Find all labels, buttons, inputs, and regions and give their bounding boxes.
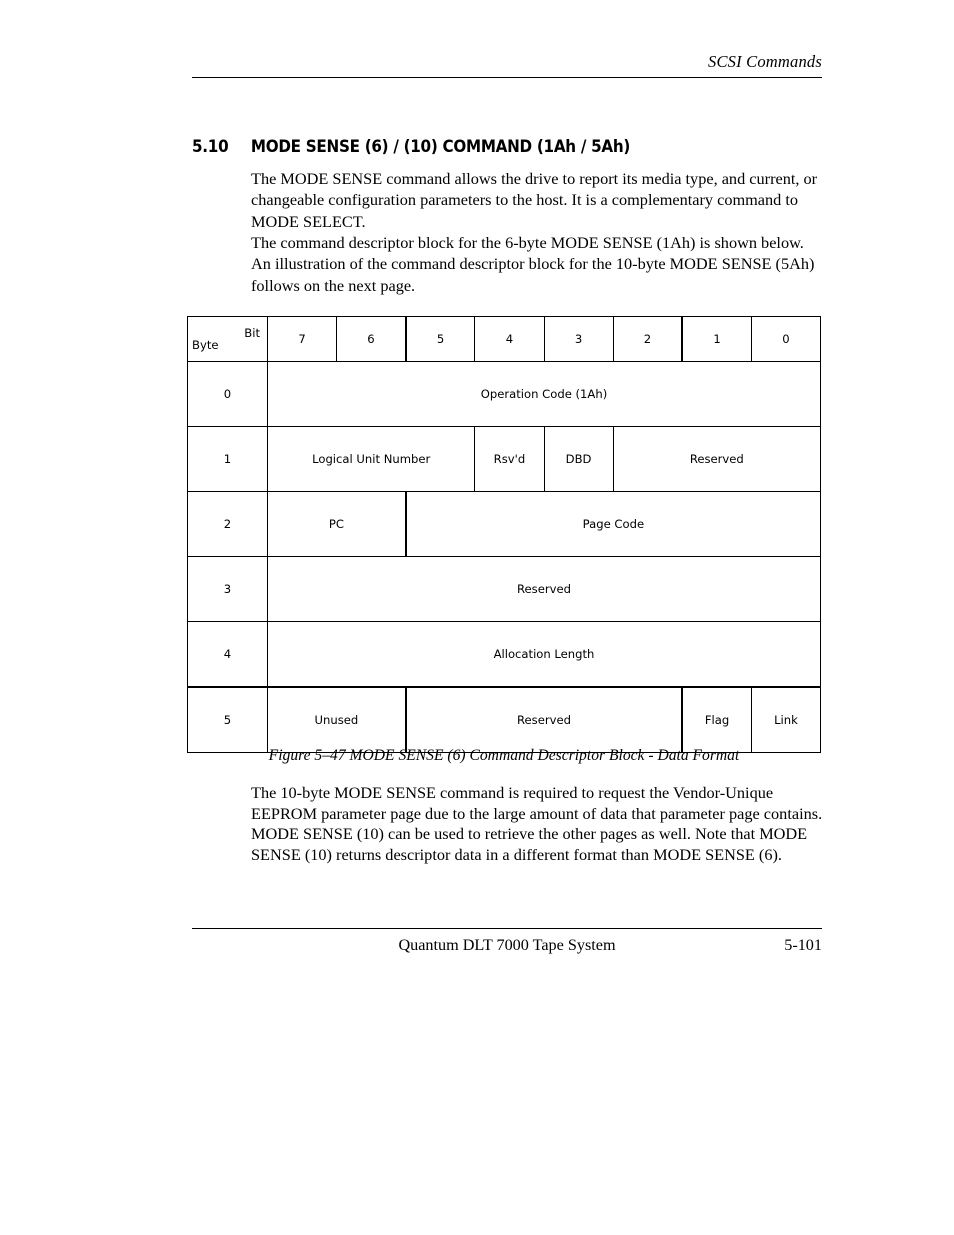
- body-paragraph-1: The MODE SENSE command allows the drive …: [251, 169, 818, 231]
- cdb-field-cell: PC: [266, 491, 407, 557]
- cdb-bit-header-1: 1: [681, 316, 752, 362]
- cdb-row-byte-3: 3 Reserved: [187, 556, 821, 622]
- cdb-bit-header-7: 7: [266, 316, 338, 362]
- cdb-field-cell: Reserved: [405, 686, 684, 753]
- cdb-row-byte-1: 1 Logical Unit Number Rsv'd DBD Reserved: [187, 426, 822, 492]
- footer-rule: [192, 928, 822, 929]
- byte-axis-label: Byte: [192, 338, 219, 352]
- cdb-row-byte-4: 4 Allocation Length: [187, 621, 821, 688]
- cdb-bit-header-6: 6: [336, 316, 407, 362]
- cdb-bit-header-3: 3: [543, 316, 614, 362]
- cdb-field-cell: Rsv'd: [474, 426, 545, 492]
- cdb-byte-number: 5: [187, 686, 268, 753]
- cdb-byte-number: 1: [187, 426, 268, 492]
- body-paragraph-3: The 10-byte MODE SENSE command is requir…: [251, 783, 823, 864]
- cdb-field-cell: Unused: [266, 686, 407, 753]
- cdb-byte-number: 4: [187, 621, 268, 688]
- running-head: SCSI Commands: [708, 52, 822, 71]
- cdb-row-byte-2: 2 PC Page Code: [187, 491, 821, 557]
- cdb-bit-header-2: 2: [612, 316, 684, 362]
- cdb-field-cell: Logical Unit Number: [266, 426, 476, 492]
- cdb-row-byte-5: 5 Unused Reserved Flag Link: [187, 686, 822, 753]
- section-number: 5.10: [192, 137, 229, 156]
- cdb-row-byte-0: 0 Operation Code (1Ah): [187, 361, 821, 427]
- cdb-field-cell: Reserved: [267, 556, 821, 622]
- cdb-byte-number: 0: [187, 361, 268, 427]
- header-rule: [192, 77, 822, 78]
- footer-page-number: 5-101: [784, 936, 822, 954]
- cdb-header-row: Bit Byte 76543210: [187, 316, 822, 362]
- cdb-field-cell: Page Code: [405, 491, 821, 557]
- cdb-field-cell: Operation Code (1Ah): [267, 361, 821, 427]
- cdb-bit-header-0: 0: [750, 316, 822, 362]
- cdb-corner-cell: Bit Byte: [187, 316, 268, 362]
- cdb-table: Bit Byte 76543210 0 Operation Code (1Ah) 1…: [187, 316, 822, 753]
- cdb-table-body: Bit Byte 76543210 0 Operation Code (1Ah) 1…: [187, 316, 822, 753]
- cdb-byte-number: 2: [187, 491, 268, 557]
- cdb-field-cell: Link: [750, 686, 822, 753]
- cdb-field-cell: DBD: [543, 426, 614, 492]
- cdb-field-cell: Flag: [681, 686, 752, 753]
- cdb-bit-header-4: 4: [474, 316, 545, 362]
- cdb-field-cell: Reserved: [612, 426, 822, 492]
- document-page: SCSI Commands 5.10 MODE SENSE (6) / (10) …: [0, 0, 954, 1235]
- cdb-byte-number: 3: [187, 556, 268, 622]
- body-paragraph-2: The command descriptor block for the 6-b…: [251, 233, 815, 295]
- cdb-field-cell: Allocation Length: [267, 621, 821, 688]
- cdb-bit-header-5: 5: [405, 316, 476, 362]
- section-heading: 5.10 MODE SENSE (6) / (10) COMMAND (1Ah /…: [192, 137, 781, 156]
- section-title: MODE SENSE (6) / (10) COMMAND (1Ah / 5Ah…: [250, 137, 631, 156]
- figure-caption: Figure 5–47 MODE SENSE (6) Command Descr…: [268, 747, 740, 764]
